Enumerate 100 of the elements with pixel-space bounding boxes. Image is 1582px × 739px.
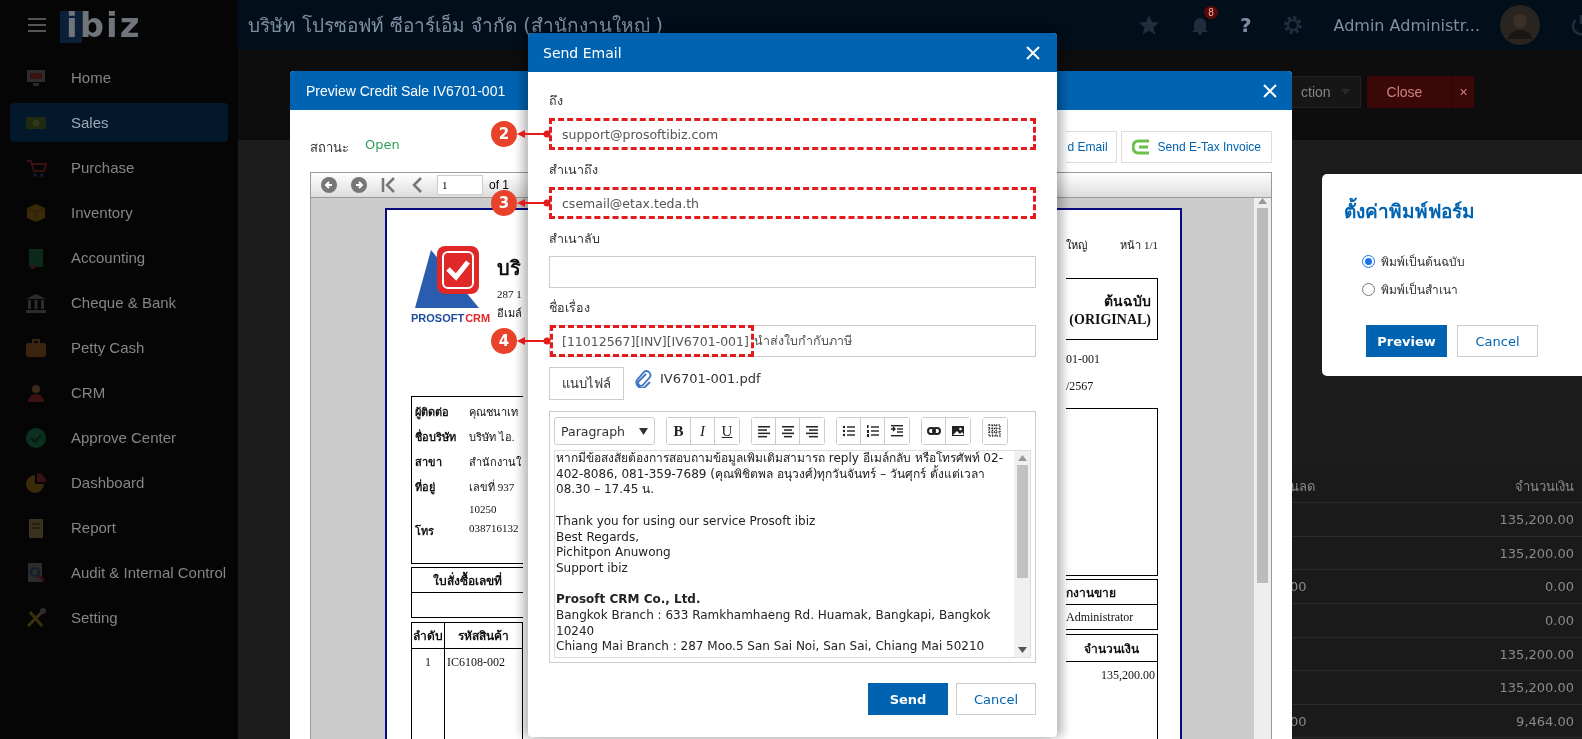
column-header: จำนวนเงิน (1066, 635, 1157, 662)
popup-title: ตั้งค่าพิมพ์ฟอร์ม (1344, 196, 1582, 226)
close-icon[interactable] (1262, 82, 1278, 99)
arrow-line (517, 198, 551, 208)
image-icon (951, 424, 966, 438)
close-button[interactable]: Close (1366, 76, 1453, 108)
field-value: 038716132 (469, 522, 520, 536)
scroll-up-icon (1017, 455, 1027, 461)
page-number-field[interactable]: 1 (437, 175, 483, 195)
table-cell: 9,464.00 (1358, 705, 1582, 739)
field-label: ชื่อบริษัท (415, 428, 457, 445)
attach-file-button[interactable]: แนบไฟล์ (549, 367, 624, 400)
sidebar-item[interactable]: Purchase (10, 148, 228, 187)
body-text: Pichitpon Anuwong (556, 545, 672, 561)
table-icon (988, 424, 1003, 438)
check-circle-icon (25, 426, 47, 449)
cancel-button[interactable]: Cancel (956, 683, 1036, 715)
sidebar-item[interactable]: Accounting (10, 238, 228, 277)
indent-icon (890, 424, 905, 438)
radio-label: พิมพ์เป็นต้นฉบับ (1381, 253, 1465, 271)
field-label: ชื่อเรื่อง (549, 299, 591, 317)
field-label: ถึง (549, 92, 564, 110)
sidebar-item[interactable]: Petty Cash (10, 328, 228, 367)
format-dropdown[interactable]: Paragraph (554, 417, 656, 445)
tools-icon (25, 606, 47, 629)
column-header: จำนวนเงิน (1358, 470, 1582, 503)
table-cell: 0.00 (1358, 604, 1582, 638)
radio-button[interactable] (1362, 283, 1375, 296)
input-field[interactable] (549, 256, 1036, 288)
bank-icon (25, 291, 47, 314)
sidebar-item[interactable]: Sales (10, 103, 228, 142)
previous-page-icon[interactable] (411, 177, 423, 193)
body-text: Best Regards, (556, 529, 640, 546)
table-button[interactable] (983, 418, 1008, 444)
body-text: Chiang Mai Branch : 287 Moo.5 San Sai Noi, San Sai, Chiang Mai 50210 (556, 639, 986, 656)
scroll-down-icon (1017, 647, 1027, 653)
align-center-icon (780, 424, 795, 438)
document-number: 01-001 (1066, 352, 1101, 367)
sidebar-item[interactable]: Approve Center (10, 418, 228, 457)
close-icon[interactable] (1025, 44, 1041, 61)
company-heading: Prosoft CRM Co., Ltd. (556, 592, 702, 608)
sidebar-item[interactable]: Inventory (10, 193, 228, 232)
paperclip-icon (634, 369, 652, 388)
field-value: เลขที่ 937 (469, 478, 516, 495)
send-button[interactable]: Send (868, 683, 948, 715)
sidebar-item[interactable]: Audit & Internal Control (10, 553, 228, 592)
input-field[interactable]: support@prosoftibiz.com (549, 118, 1036, 150)
company-name: บริษัท โปรซอฟท์ ซีอาร์เอ็ม จำกัด (สำนักงานใหญ่ ) (248, 13, 665, 38)
action-dropdown[interactable]: ction (1290, 76, 1361, 108)
arrow-line (517, 129, 551, 139)
field-label: ผู้ติดต่อ (415, 405, 450, 421)
caret-icon (639, 427, 649, 435)
input-field[interactable]: csemail@etax.teda.th (549, 187, 1036, 219)
sidebar-item[interactable]: Cheque & Bank (10, 283, 228, 322)
preview-button[interactable]: Preview (1366, 325, 1447, 357)
user-name[interactable]: Admin Administr... (1333, 15, 1480, 35)
field-value: บริษัท ไอ. (469, 430, 516, 445)
first-page-icon[interactable] (381, 177, 397, 193)
column-header: รหัสสินค้า (445, 623, 523, 649)
magnifier-icon (25, 561, 47, 584)
bullet-list-button[interactable] (837, 418, 862, 444)
send-etax-button[interactable]: Send E-Tax Invoice (1120, 131, 1272, 163)
send-email-button[interactable]: d Email (1065, 131, 1117, 163)
help-button[interactable]: ? (1239, 13, 1252, 37)
sidebar-item[interactable]: Dashboard (10, 463, 228, 502)
copy-subtitle: (ORIGINAL) (1069, 312, 1151, 328)
field-label: โทร (415, 523, 435, 539)
attachment-link[interactable]: IV6701-001.pdf (660, 371, 761, 386)
bold-button[interactable]: B (667, 418, 692, 444)
page-count: of 1 (489, 178, 509, 192)
sidebar-item[interactable]: Report (10, 508, 228, 547)
sidebar-item[interactable]: Setting (10, 598, 228, 637)
menu-icon[interactable] (28, 18, 46, 32)
bullet-list-icon (841, 424, 856, 438)
page-number: หน้า 1/1 (1120, 238, 1158, 253)
sidebar-item[interactable]: Home (10, 58, 228, 97)
link-button[interactable] (922, 418, 947, 444)
company-name: บริ (497, 255, 522, 282)
cancel-button[interactable]: Cancel (1457, 325, 1538, 357)
table-cell: 1 (412, 649, 445, 739)
table-cell: Administrator (1066, 605, 1158, 630)
radio-button[interactable] (1362, 255, 1375, 268)
notification-badge: 8 (1204, 6, 1218, 19)
sidebar-item[interactable]: CRM (10, 373, 228, 412)
align-left-button[interactable] (752, 418, 777, 444)
field-label: สาขา (415, 455, 443, 470)
star-icon[interactable] (1137, 14, 1160, 36)
field-label: สำเนาถึง (549, 161, 599, 179)
forward-icon[interactable] (351, 177, 367, 193)
address-text: 287 1 (497, 288, 522, 300)
table-cell-text: 135,200.00 (1100, 667, 1156, 683)
input-field[interactable]: [11012567][INV][IV6701-001] นำส่งใบกำกับภาษี (549, 325, 1036, 357)
link-icon (926, 424, 941, 438)
table-cell: 135,200.00 (1358, 638, 1582, 672)
column-header: ลำดับ (412, 623, 445, 649)
highlight-box: [11012567][INV][IV6701-001] (550, 325, 754, 357)
document-date: /2567 (1066, 379, 1095, 394)
back-icon[interactable] (321, 177, 337, 193)
etax-icon (1131, 139, 1150, 155)
close-menu-button[interactable]: × (1452, 76, 1474, 108)
